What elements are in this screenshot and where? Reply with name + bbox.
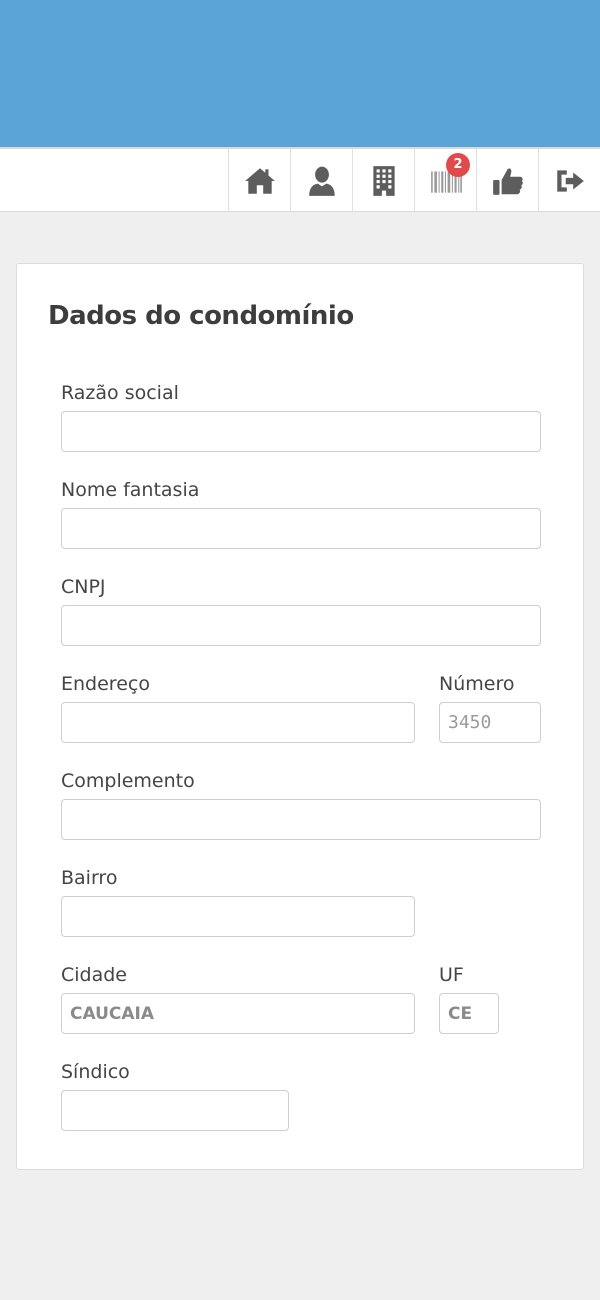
nav-building-button[interactable] <box>352 149 414 212</box>
cnpj-label: CNPJ <box>61 576 106 598</box>
sindico-group: Síndico <box>61 1060 289 1131</box>
uf-label: UF <box>439 964 464 986</box>
nome-fantasia-input[interactable] <box>61 508 541 549</box>
uf-group: UF <box>439 963 499 1034</box>
endereco-input[interactable] <box>61 702 415 743</box>
nome-fantasia-group: Nome fantasia <box>61 478 541 549</box>
nome-fantasia-label: Nome fantasia <box>61 479 200 501</box>
home-icon <box>244 167 275 194</box>
nav-icons: 2 <box>228 149 600 212</box>
cnpj-input[interactable] <box>61 605 541 646</box>
notification-badge: 2 <box>446 153 470 177</box>
nav-home-button[interactable] <box>228 149 290 212</box>
numero-input[interactable] <box>439 702 541 743</box>
condominio-form-card: Dados do condomínio Razão social Nome fa… <box>16 263 584 1170</box>
endereco-label: Endereço <box>61 673 150 695</box>
nav-like-button[interactable] <box>476 149 538 212</box>
sindico-label: Síndico <box>61 1061 130 1083</box>
bairro-label: Bairro <box>61 867 118 889</box>
numero-group: Número <box>439 672 541 743</box>
uf-input[interactable] <box>439 993 499 1034</box>
cnpj-group: CNPJ <box>61 575 541 646</box>
building-icon <box>372 165 395 196</box>
sign-out-icon <box>556 169 584 192</box>
cidade-input[interactable] <box>61 993 415 1034</box>
cidade-group: Cidade <box>61 963 415 1034</box>
top-banner <box>0 0 600 147</box>
razao-social-group: Razão social <box>61 381 541 452</box>
bairro-group: Bairro <box>61 866 415 937</box>
user-icon <box>308 166 335 196</box>
bairro-input[interactable] <box>61 896 415 937</box>
complemento-input[interactable] <box>61 799 541 840</box>
cidade-label: Cidade <box>61 964 127 986</box>
form-title: Dados do condomínio <box>48 301 354 331</box>
nav-barcode-button[interactable]: 2 <box>414 149 476 212</box>
thumbs-up-icon <box>492 168 523 195</box>
razao-social-label: Razão social <box>61 382 179 404</box>
sindico-input[interactable] <box>61 1090 289 1131</box>
endereco-group: Endereço <box>61 672 415 743</box>
nav-bar: 2 <box>0 147 600 212</box>
complemento-label: Complemento <box>61 770 195 792</box>
razao-social-input[interactable] <box>61 411 541 452</box>
nav-profile-button[interactable] <box>290 149 352 212</box>
nav-logout-button[interactable] <box>538 149 600 212</box>
numero-label: Número <box>439 673 515 695</box>
complemento-group: Complemento <box>61 769 541 840</box>
